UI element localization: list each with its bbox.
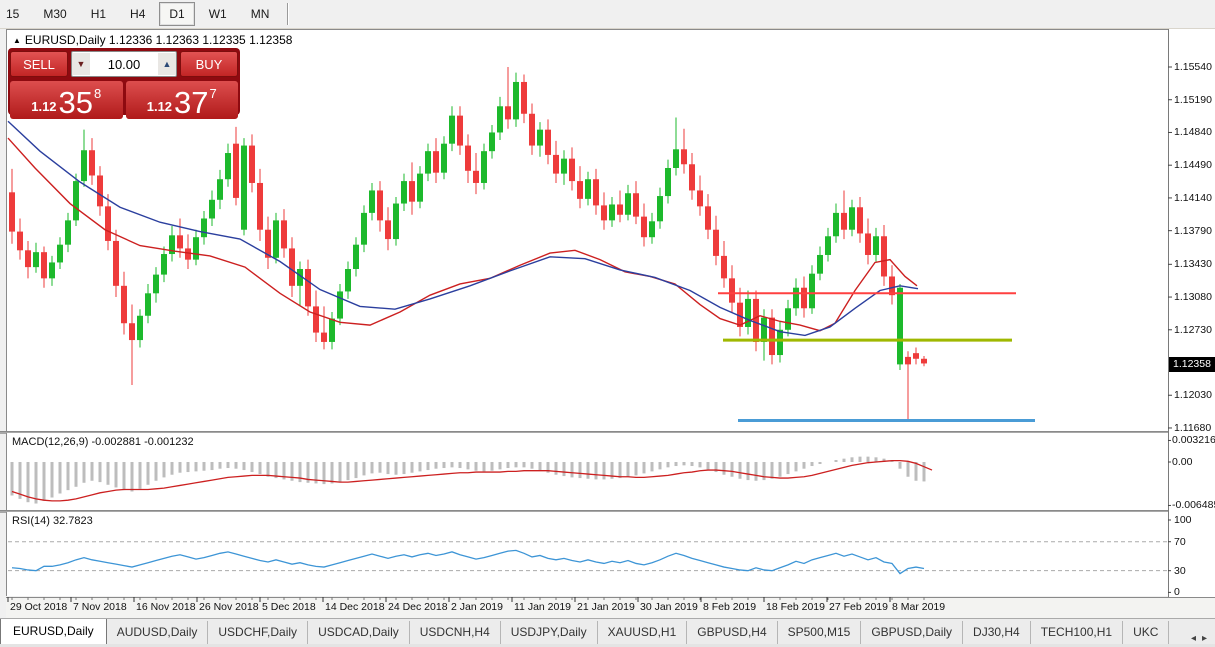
chart-tab-gbpusd-h4[interactable]: GBPUSD,H4 bbox=[687, 621, 777, 644]
volume-decrease-icon[interactable]: ▼ bbox=[72, 53, 90, 75]
rsi-label: RSI(14) 32.7823 bbox=[12, 515, 93, 527]
date-axis-label: 24 Dec 2018 bbox=[388, 601, 448, 613]
date-axis-label: 5 Dec 2018 bbox=[262, 601, 316, 613]
price-axis-label: 1.14490 bbox=[1174, 159, 1212, 171]
chart-tab-usdcad-daily[interactable]: USDCAD,Daily bbox=[308, 621, 410, 644]
horizontal-level-lines bbox=[718, 293, 1035, 420]
date-axis-label: 26 Nov 2018 bbox=[199, 601, 259, 613]
date-axis-label: 8 Mar 2019 bbox=[892, 601, 945, 613]
buy-button[interactable]: BUY bbox=[180, 51, 238, 77]
date-axis-label: 27 Feb 2019 bbox=[829, 601, 888, 613]
tab-scroll-arrows: ◂ ▸ bbox=[1183, 633, 1215, 644]
sell-price-prefix: 1.12 bbox=[31, 99, 56, 114]
rsi-axis-label: 100 bbox=[1174, 514, 1192, 526]
price-axis-label: 1.13430 bbox=[1174, 258, 1212, 270]
date-axis-label: 29 Oct 2018 bbox=[10, 601, 67, 613]
date-axis-label: 14 Dec 2018 bbox=[325, 601, 385, 613]
rsi-plot bbox=[8, 542, 1168, 574]
price-axis-label: 1.15190 bbox=[1174, 94, 1212, 106]
axis-ticks bbox=[8, 67, 1172, 602]
price-axis-label: 1.15540 bbox=[1174, 61, 1212, 73]
date-axis-label: 30 Jan 2019 bbox=[640, 601, 698, 613]
macd-plot bbox=[12, 457, 932, 504]
moving-averages bbox=[8, 121, 918, 335]
buy-price-prefix: 1.12 bbox=[147, 99, 172, 114]
chart-tabs: EURUSD,DailyAUDUSD,DailyUSDCHF,DailyUSDC… bbox=[0, 618, 1169, 644]
date-axis-label: 2 Jan 2019 bbox=[451, 601, 503, 613]
chart-tab-ukc[interactable]: UKC bbox=[1123, 621, 1169, 644]
tab-scroll-left-icon[interactable]: ◂ bbox=[1191, 633, 1196, 644]
date-axis-label: 16 Nov 2018 bbox=[136, 601, 196, 613]
chart-tab-sp500-m15[interactable]: SP500,M15 bbox=[778, 621, 862, 644]
tab-scroll-right-icon[interactable]: ▸ bbox=[1202, 633, 1207, 644]
volume-field[interactable]: 10.00 bbox=[90, 57, 158, 72]
trading-terminal-window: 15M30H1H4D1W1MN ▲EURUSD,Daily 1.12336 1.… bbox=[0, 0, 1215, 647]
chart-tab-bar: EURUSD,DailyAUDUSD,DailyUSDCHF,DailyUSDC… bbox=[0, 618, 1215, 644]
chart-tab-gbpusd-daily[interactable]: GBPUSD,Daily bbox=[861, 621, 963, 644]
buy-price-pip: 7 bbox=[210, 83, 217, 101]
sell-price[interactable]: 1.12 35 8 bbox=[10, 81, 123, 119]
macd-axis-label: 0.00 bbox=[1172, 456, 1192, 468]
one-click-trading-panel: SELL ▼ 10.00 ▲ BUY 1.12 35 8 1.12 37 7 bbox=[8, 48, 240, 115]
price-axis-label: 1.11680 bbox=[1174, 422, 1211, 434]
chart-tab-tech100-h1[interactable]: TECH100,H1 bbox=[1031, 621, 1123, 644]
chart-title: ▲ EURUSD,Daily 1.12336 1.12363 1.12335 1.… bbox=[13, 33, 292, 47]
chart-tab-xauusd-h1[interactable]: XAUUSD,H1 bbox=[598, 621, 688, 644]
sell-price-pip: 8 bbox=[94, 83, 101, 101]
sell-button[interactable]: SELL bbox=[10, 51, 68, 77]
price-axis-label: 1.14140 bbox=[1174, 192, 1212, 204]
trade-controls-row: SELL ▼ 10.00 ▲ BUY bbox=[8, 48, 240, 78]
macd-axis-label: 0.003216 bbox=[1172, 434, 1215, 446]
chart-tab-usdcnh-h4[interactable]: USDCNH,H4 bbox=[410, 621, 501, 644]
sell-price-big: 35 bbox=[59, 87, 93, 118]
buy-price[interactable]: 1.12 37 7 bbox=[126, 81, 239, 119]
rsi-axis-label: 70 bbox=[1174, 536, 1186, 548]
chart-tab-eurusd-daily[interactable]: EURUSD,Daily bbox=[0, 618, 107, 644]
price-axis-label: 1.12030 bbox=[1174, 389, 1212, 401]
chart-title-text: EURUSD,Daily 1.12336 1.12363 1.12335 1.1… bbox=[25, 33, 293, 47]
volume-stepper: ▼ 10.00 ▲ bbox=[71, 51, 177, 77]
volume-increase-icon[interactable]: ▲ bbox=[158, 53, 176, 75]
price-axis-label: 1.13080 bbox=[1174, 291, 1212, 303]
price-axis-label: 1.12730 bbox=[1174, 324, 1212, 336]
chart-tab-audusd-daily[interactable]: AUDUSD,Daily bbox=[107, 621, 209, 644]
collapse-trade-panel-icon[interactable]: ▲ bbox=[13, 36, 21, 45]
rsi-axis-label: 0 bbox=[1174, 586, 1180, 598]
date-axis-label: 7 Nov 2018 bbox=[73, 601, 127, 613]
macd-label: MACD(12,26,9) -0.002881 -0.001232 bbox=[12, 436, 194, 448]
date-axis-label: 8 Feb 2019 bbox=[703, 601, 756, 613]
price-axis-label: 1.14840 bbox=[1174, 126, 1212, 138]
chart-tab-usdjpy-daily[interactable]: USDJPY,Daily bbox=[501, 621, 598, 644]
date-axis-label: 18 Feb 2019 bbox=[766, 601, 825, 613]
rsi-axis-label: 30 bbox=[1174, 565, 1186, 577]
chart-tab-dj30-h4[interactable]: DJ30,H4 bbox=[963, 621, 1031, 644]
buy-price-big: 37 bbox=[174, 87, 208, 118]
date-axis-label: 11 Jan 2019 bbox=[514, 601, 571, 613]
current-price-tag: 1.12358 bbox=[1169, 357, 1215, 372]
trade-prices-row: 1.12 35 8 1.12 37 7 bbox=[8, 78, 240, 121]
price-axis-label: 1.13790 bbox=[1174, 225, 1212, 237]
chart-tab-usdchf-daily[interactable]: USDCHF,Daily bbox=[208, 621, 308, 644]
date-axis-label: 21 Jan 2019 bbox=[577, 601, 635, 613]
macd-axis-label: -0.006485 bbox=[1172, 499, 1215, 511]
